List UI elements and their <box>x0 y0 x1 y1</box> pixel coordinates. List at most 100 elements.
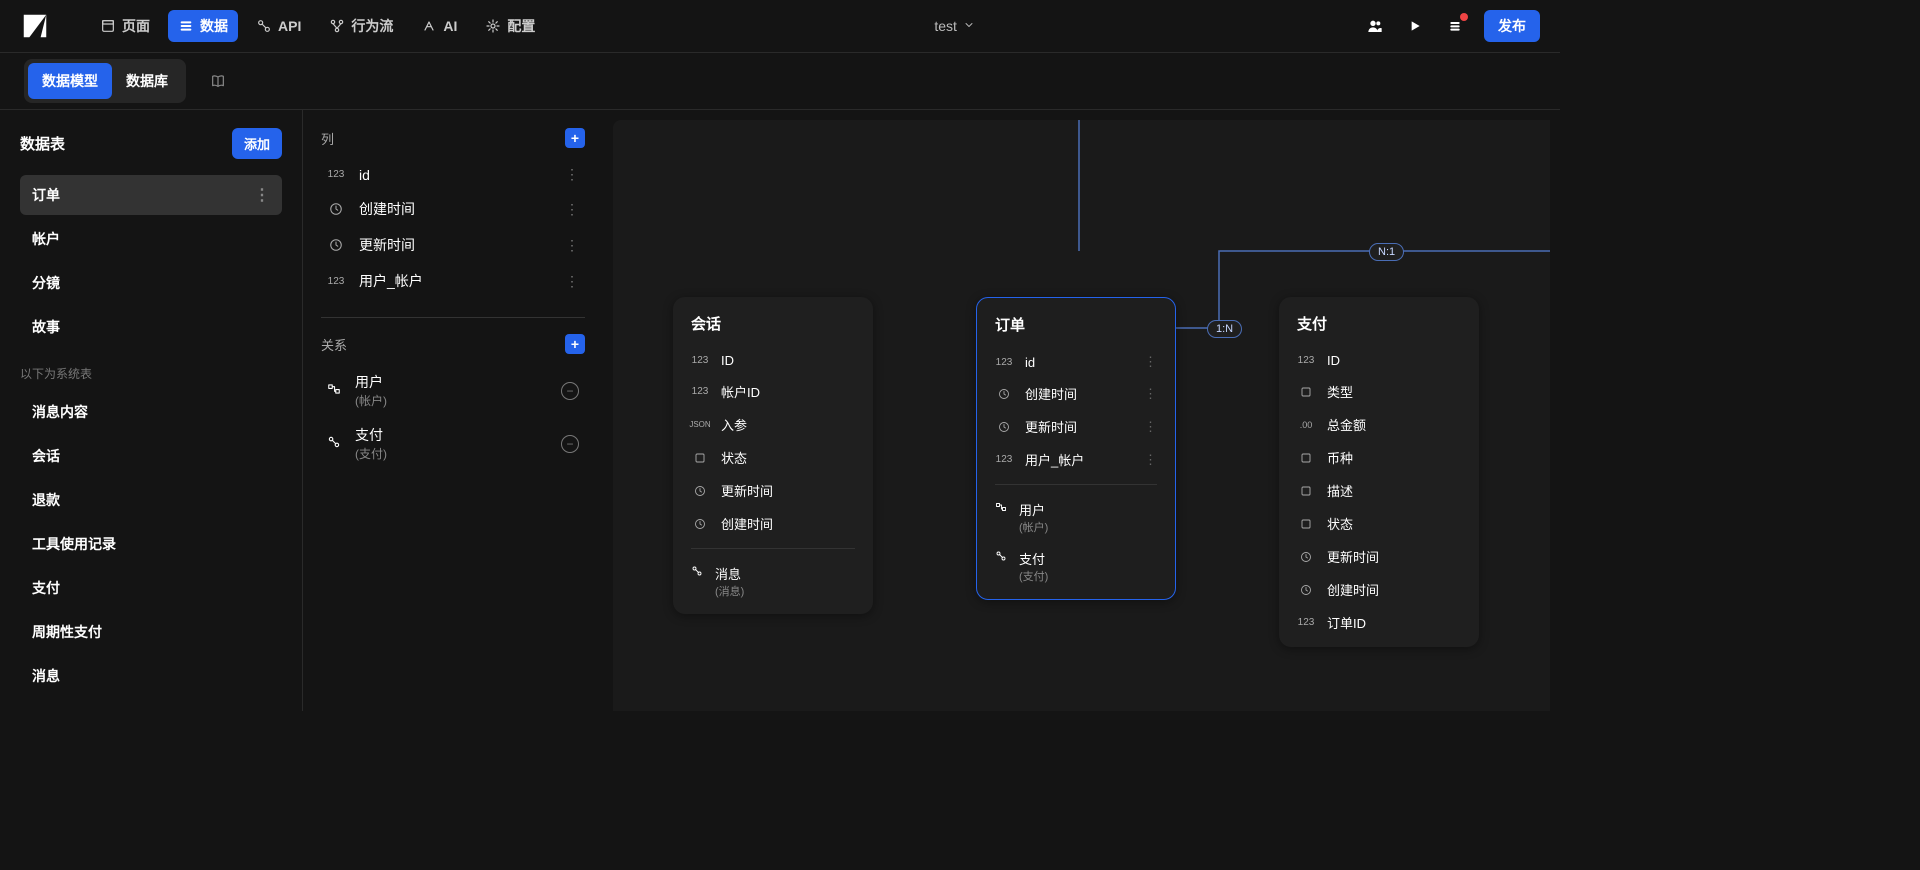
more-vert-icon[interactable]: ⋮ <box>565 237 579 254</box>
erd-column-row[interactable]: 123id⋮ <box>983 347 1169 377</box>
erd-column-row[interactable]: JSON入参 <box>679 408 867 441</box>
config-icon <box>485 18 501 34</box>
erd-column-label: 帐户ID <box>721 382 855 401</box>
table-item-story[interactable]: 故事 <box>20 307 282 347</box>
relation-item[interactable]: 用户 (帐户) − <box>321 364 585 417</box>
datetime-type-icon <box>327 202 345 216</box>
relations-title: 关系 <box>321 335 347 354</box>
more-vert-icon[interactable]: ⋮ <box>1144 386 1157 402</box>
nav-item-label: API <box>278 18 301 34</box>
column-item[interactable]: 123 id ⋮ <box>321 158 585 191</box>
nav-item-label: AI <box>443 18 457 34</box>
columns-panel: 列 + 123 id ⋮ 创建时间 ⋮ 更新时间 ⋮ 123 用户_帐户 <box>303 110 603 711</box>
erd-column-row[interactable]: 更新时间 <box>1285 540 1473 573</box>
erd-column-row[interactable]: 更新时间 <box>679 474 867 507</box>
erd-column-row[interactable]: 123ID <box>1285 346 1473 375</box>
project-selector[interactable]: test <box>545 18 1364 34</box>
nav-item-ai[interactable]: AI <box>411 10 467 42</box>
topbar: 页面 数据 API 行为流 AI 配置 test <box>0 0 1560 53</box>
relations-list: 用户 (帐户) − 支付 (支付) − <box>321 364 585 470</box>
publish-button[interactable]: 发布 <box>1484 10 1540 42</box>
erd-column-row[interactable]: 123ID <box>679 346 867 375</box>
erd-column-row[interactable]: 123帐户ID <box>679 375 867 408</box>
more-vert-icon[interactable]: ⋮ <box>254 185 270 205</box>
erd-column-row[interactable]: 更新时间⋮ <box>983 410 1169 443</box>
column-item[interactable]: 创建时间 ⋮ <box>321 191 585 227</box>
table-item-storyboard[interactable]: 分镜 <box>20 263 282 303</box>
table-item-account[interactable]: 帐户 <box>20 219 282 259</box>
erd-card-title: 会话 <box>673 297 873 346</box>
erd-column-row[interactable]: 123用户_帐户⋮ <box>983 443 1169 476</box>
erd-column-label: 创建时间 <box>721 514 855 533</box>
number-type-icon: 123 <box>691 355 709 366</box>
erd-column-label: 更新时间 <box>721 481 855 500</box>
tables-panel-header: 数据表 添加 <box>20 128 282 159</box>
erd-relation-label: 用户 <box>1019 500 1048 519</box>
erd-canvas[interactable]: 1:N N:1 会话 123ID 123帐户ID JSON入参 状态 更新时间 … <box>613 120 1550 711</box>
segment-data-model[interactable]: 数据模型 <box>28 63 112 99</box>
erd-column-row[interactable]: .00总金额 <box>1285 408 1473 441</box>
erd-column-row[interactable]: 描述 <box>1285 474 1473 507</box>
play-button[interactable] <box>1404 15 1426 37</box>
add-relation-button[interactable]: + <box>565 334 585 354</box>
remove-relation-button[interactable]: − <box>561 382 579 400</box>
relations-header: 关系 + <box>321 334 585 354</box>
table-item-message-content[interactable]: 消息内容 <box>20 392 282 432</box>
erd-relation-row[interactable]: 用户 (帐户) <box>983 493 1169 542</box>
nav-item-config[interactable]: 配置 <box>475 10 545 42</box>
number-type-icon: 123 <box>1297 355 1315 366</box>
remove-relation-button[interactable]: − <box>561 435 579 453</box>
users-button[interactable] <box>1364 15 1386 37</box>
relation-item[interactable]: 支付 (支付) − <box>321 417 585 470</box>
user-tables-list: 订单 ⋮ 帐户 分镜 故事 <box>20 175 282 347</box>
table-item-message[interactable]: 消息 <box>20 656 282 696</box>
erd-column-row[interactable]: 123订单ID <box>1285 606 1473 639</box>
datetime-type-icon <box>995 421 1013 433</box>
erd-column-row[interactable]: 类型 <box>1285 375 1473 408</box>
nav-item-data[interactable]: 数据 <box>168 10 238 42</box>
table-item-refund[interactable]: 退款 <box>20 480 282 520</box>
erd-column-label: 类型 <box>1327 382 1461 401</box>
add-column-button[interactable]: + <box>565 128 585 148</box>
nav-item-page[interactable]: 页面 <box>90 10 160 42</box>
enum-type-icon <box>1297 452 1315 464</box>
more-vert-icon[interactable]: ⋮ <box>1144 452 1157 468</box>
erd-column-row[interactable]: 币种 <box>1285 441 1473 474</box>
erd-column-row[interactable]: 创建时间 <box>679 507 867 540</box>
erd-column-row[interactable]: 状态 <box>1285 507 1473 540</box>
erd-relation-label: 支付 <box>1019 549 1048 568</box>
logo[interactable] <box>20 11 50 41</box>
more-vert-icon[interactable]: ⋮ <box>565 273 579 290</box>
erd-card-order[interactable]: 订单 123id⋮ 创建时间⋮ 更新时间⋮ 123用户_帐户⋮ 用户 (帐户) <box>976 297 1176 600</box>
table-item-tool-usage[interactable]: 工具使用记录 <box>20 524 282 564</box>
table-item-session[interactable]: 会话 <box>20 436 282 476</box>
erd-card-session[interactable]: 会话 123ID 123帐户ID JSON入参 状态 更新时间 创建时间 消息 … <box>673 297 873 614</box>
add-table-button[interactable]: 添加 <box>232 128 282 159</box>
column-item[interactable]: 更新时间 ⋮ <box>321 227 585 263</box>
erd-column-row[interactable]: 创建时间 <box>1285 573 1473 606</box>
nav-item-flow[interactable]: 行为流 <box>319 10 403 42</box>
erd-card-payment[interactable]: 支付 123ID 类型 .00总金额 币种 描述 状态 更新时间 创建时间 12… <box>1279 297 1479 647</box>
column-item[interactable]: 123 用户_帐户 ⋮ <box>321 263 585 299</box>
more-vert-icon[interactable]: ⋮ <box>1144 419 1157 435</box>
segment-database[interactable]: 数据库 <box>112 63 182 99</box>
table-item-recurring-payment[interactable]: 周期性支付 <box>20 612 282 652</box>
erd-relation-row[interactable]: 消息 (消息) <box>679 557 867 606</box>
notifications-button[interactable] <box>1444 15 1466 37</box>
page-icon <box>100 18 116 34</box>
erd-column-row[interactable]: 创建时间⋮ <box>983 377 1169 410</box>
table-item-order[interactable]: 订单 ⋮ <box>20 175 282 215</box>
datetime-type-icon <box>995 388 1013 400</box>
table-item-payment[interactable]: 支付 <box>20 568 282 608</box>
more-vert-icon[interactable]: ⋮ <box>565 166 579 183</box>
erd-relation-row[interactable]: 支付 (支付) <box>983 542 1169 591</box>
nav-item-api[interactable]: API <box>246 10 311 42</box>
relation-link-icon <box>995 549 1007 565</box>
erd-column-row[interactable]: 状态 <box>679 441 867 474</box>
more-vert-icon[interactable]: ⋮ <box>565 201 579 218</box>
enum-type-icon <box>1297 386 1315 398</box>
erd-column-label: 订单ID <box>1327 613 1461 632</box>
more-vert-icon[interactable]: ⋮ <box>1144 354 1157 370</box>
erd-column-label: 状态 <box>721 448 855 467</box>
docs-icon[interactable] <box>210 72 228 90</box>
